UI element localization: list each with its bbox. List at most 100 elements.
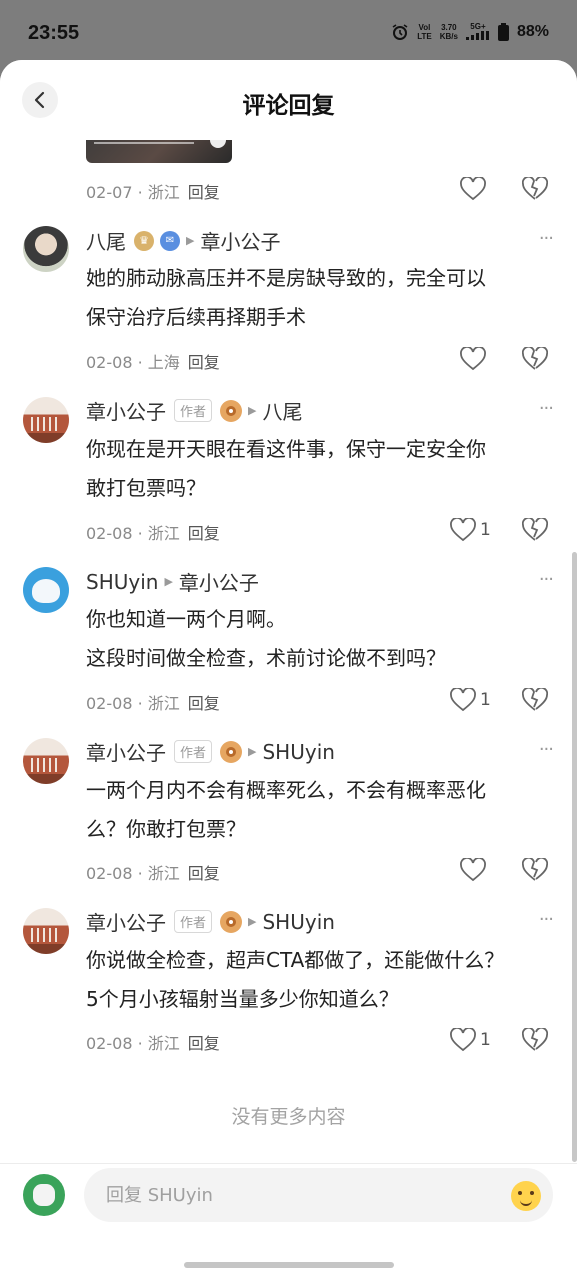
- reply-to-user[interactable]: SHUyin: [262, 910, 334, 934]
- heart-icon: [450, 1028, 476, 1052]
- comment-date-location: 02-08 · 上海: [86, 353, 180, 372]
- dislike-button[interactable]: [521, 1026, 549, 1056]
- reply-to-user[interactable]: 章小公子: [179, 567, 259, 596]
- reply-button[interactable]: 回复: [188, 1030, 220, 1054]
- heart-icon: [450, 518, 476, 542]
- alarm-icon: [392, 24, 408, 40]
- comment-author[interactable]: 八尾: [86, 226, 126, 255]
- author-badge: 作者: [174, 740, 213, 763]
- comment-date-location: 02-07 · 浙江: [86, 183, 180, 202]
- avatar[interactable]: [23, 226, 69, 272]
- dislike-button[interactable]: [521, 175, 549, 205]
- emoji-icon[interactable]: [511, 1181, 541, 1211]
- reply-arrow-icon: ▶: [164, 575, 173, 588]
- like-count: 1: [480, 1030, 491, 1050]
- comment-author[interactable]: 章小公子: [86, 737, 166, 766]
- sheet-header: 评论回复: [0, 60, 577, 140]
- heart-icon: [460, 347, 486, 371]
- broken-heart-icon: [521, 345, 549, 370]
- comment-date-location: 02-08 · 浙江: [86, 694, 180, 713]
- status-time: 23:55: [28, 22, 80, 44]
- like-count: 1: [480, 690, 491, 710]
- comment-author-row: 章小公子 作者 ▶ SHUyin: [86, 737, 335, 766]
- more-options-button[interactable]: ···: [539, 909, 554, 930]
- comment-text: 你说做全检查，超声CTA都做了，还能做什么？ 5个月小孩辐射当量多少你知道么？: [86, 948, 505, 1011]
- more-options-button[interactable]: ···: [539, 228, 554, 249]
- comment-author-row: 八尾 ♛ ✉ ▶ 章小公子: [86, 226, 280, 255]
- like-count: 1: [480, 520, 491, 540]
- comment-date-location: 02-08 · 浙江: [86, 864, 180, 883]
- reply-button[interactable]: 回复: [188, 349, 220, 373]
- dislike-button[interactable]: [521, 345, 549, 375]
- reply-to-user[interactable]: SHUyin: [262, 740, 334, 764]
- reply-button[interactable]: 回复: [188, 860, 220, 884]
- like-button[interactable]: [460, 177, 486, 201]
- heart-icon: [460, 858, 486, 882]
- comment-date-location: 02-08 · 浙江: [86, 1034, 180, 1053]
- reply-input[interactable]: [84, 1168, 553, 1222]
- comment-author-row: 章小公子 作者 ▶ 八尾: [86, 396, 302, 425]
- like-button[interactable]: [460, 858, 486, 882]
- eye-badge-icon: [220, 399, 243, 422]
- dislike-button[interactable]: [521, 686, 549, 716]
- scrollbar[interactable]: [572, 552, 577, 1162]
- avatar[interactable]: [23, 567, 69, 613]
- comment-text: 你也知道一两个月啊。 这段时间做全检查，术前讨论做不到吗？: [86, 607, 446, 670]
- mail-badge-icon: ✉: [160, 230, 180, 251]
- more-options-button[interactable]: ···: [539, 398, 554, 419]
- reply-button[interactable]: 回复: [188, 690, 220, 714]
- more-options-button[interactable]: ···: [539, 739, 554, 760]
- heart-icon: [460, 177, 486, 201]
- comment-meta: 02-08 · 浙江 回复: [86, 520, 220, 544]
- reply-arrow-icon: ▶: [248, 404, 257, 417]
- comment-author-row: 章小公子 作者 ▶ SHUyin: [86, 907, 335, 936]
- author-badge: 作者: [174, 399, 213, 422]
- comment-meta: 02-08 · 浙江 回复: [86, 860, 220, 884]
- avatar[interactable]: [23, 738, 69, 784]
- like-button[interactable]: 1: [450, 688, 491, 712]
- comment-text: 你现在是开天眼在看这件事，保守一定安全你 敢打包票吗？: [86, 437, 486, 500]
- page-title: 评论回复: [242, 93, 335, 119]
- reply-button[interactable]: 回复: [188, 179, 220, 203]
- comment-meta: 02-07 · 浙江 回复: [86, 179, 220, 203]
- comment-meta: 02-08 · 上海 回复: [86, 349, 220, 373]
- comment-author[interactable]: 章小公子: [86, 396, 166, 425]
- comment-meta: 02-08 · 浙江 回复: [86, 690, 220, 714]
- my-avatar[interactable]: [23, 1174, 65, 1216]
- like-button[interactable]: 1: [450, 1028, 491, 1052]
- footer-divider: [0, 1163, 577, 1164]
- broken-heart-icon: [521, 175, 549, 200]
- comment-date-location: 02-08 · 浙江: [86, 524, 180, 543]
- battery-icon: [497, 23, 509, 41]
- broken-heart-icon: [521, 856, 549, 881]
- comment-reply-sheet: 02-07 · 浙江 回复 八尾 ♛ ✉ ▶ 章小公子 ··· 她的肺动脉高压并…: [0, 60, 577, 1279]
- comment-meta: 02-08 · 浙江 回复: [86, 1030, 220, 1054]
- network-speed: 3.70 KB/s: [439, 23, 458, 41]
- more-options-button[interactable]: ···: [539, 569, 554, 590]
- eye-badge-icon: [220, 740, 243, 763]
- dislike-button[interactable]: [521, 516, 549, 546]
- signal-indicator: 5G+: [465, 22, 490, 42]
- reply-arrow-icon: ▶: [186, 234, 195, 247]
- battery-level: 88%: [516, 23, 549, 40]
- reply-arrow-icon: ▶: [248, 745, 257, 758]
- reply-to-user[interactable]: 章小公子: [200, 226, 280, 255]
- heart-icon: [450, 688, 476, 712]
- comment-text: 一两个月内不会有概率死么，不会有概率恶化 么？你敢打包票？: [86, 778, 486, 841]
- status-icons: Vol LTE 3.70 KB/s 5G+ 88%: [391, 22, 549, 42]
- avatar[interactable]: [23, 397, 69, 443]
- reply-to-user[interactable]: 八尾: [262, 396, 302, 425]
- broken-heart-icon: [521, 686, 549, 711]
- comment-author[interactable]: 章小公子: [86, 907, 166, 936]
- author-badge: 作者: [174, 910, 213, 933]
- dislike-button[interactable]: [521, 856, 549, 886]
- crown-badge-icon: ♛: [134, 230, 154, 251]
- avatar[interactable]: [23, 908, 69, 954]
- like-button[interactable]: 1: [450, 518, 491, 542]
- signal-icon: [465, 31, 489, 40]
- reply-button[interactable]: 回复: [188, 520, 220, 544]
- like-button[interactable]: [460, 347, 486, 371]
- comment-author[interactable]: SHUyin: [86, 570, 158, 594]
- reply-arrow-icon: ▶: [248, 915, 257, 928]
- home-indicator[interactable]: [184, 1262, 394, 1268]
